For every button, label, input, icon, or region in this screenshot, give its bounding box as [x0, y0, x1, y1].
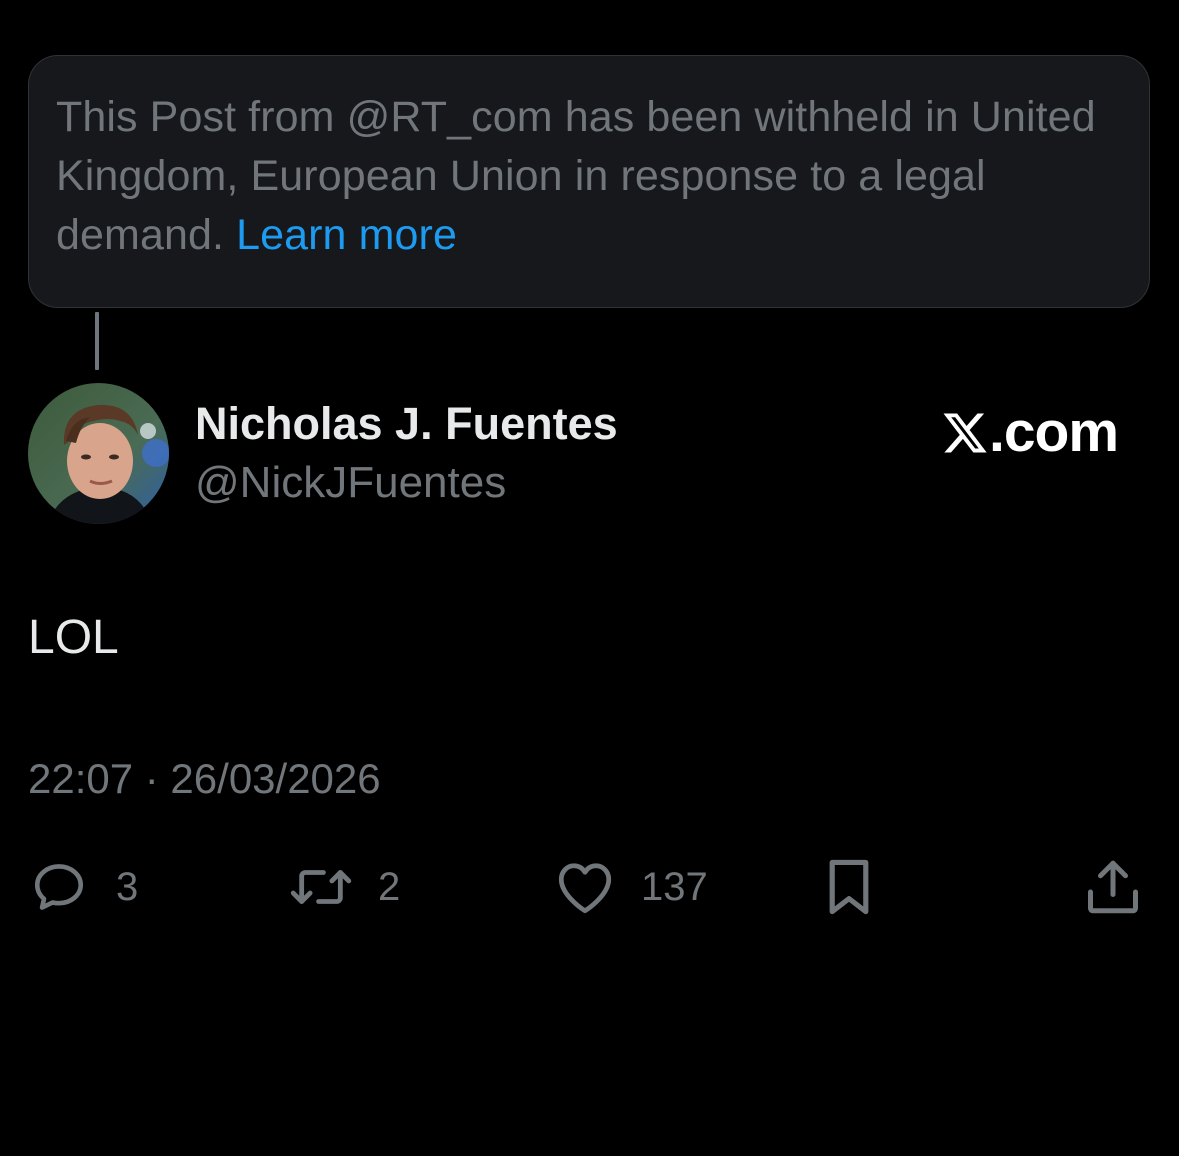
- author-handle[interactable]: @NickJFuentes: [195, 458, 506, 508]
- bookmark-icon: [829, 859, 869, 915]
- author-display-name[interactable]: Nicholas J. Fuentes: [195, 398, 618, 450]
- heart-icon: [558, 863, 612, 914]
- learn-more-link[interactable]: Learn more: [236, 211, 457, 259]
- withheld-notice-card: This Post from @RT_com has been withheld…: [28, 55, 1150, 308]
- x-logo-icon: [943, 413, 987, 453]
- like-count: 137: [641, 864, 708, 909]
- profile-photo-icon: [28, 383, 169, 524]
- brand-label: .com: [989, 400, 1119, 464]
- reply-count: 3: [116, 864, 139, 909]
- brand-logo: .com: [941, 400, 1119, 464]
- post-timestamp[interactable]: 22:07 · 26/03/2026: [28, 755, 381, 803]
- repost-count: 2: [378, 864, 401, 909]
- reply-icon: [34, 864, 84, 910]
- repost-icon: [290, 870, 352, 904]
- like-button[interactable]: 137: [555, 852, 708, 922]
- avatar[interactable]: [28, 383, 169, 524]
- withheld-notice-message: This Post from @RT_com has been withheld…: [56, 93, 1096, 259]
- thread-connector-line: [95, 312, 99, 370]
- action-bar: 3 2 137: [0, 852, 1179, 922]
- reply-button[interactable]: 3: [30, 852, 138, 922]
- post-text: LOL: [28, 611, 119, 664]
- bookmark-button[interactable]: [822, 852, 876, 922]
- repost-button[interactable]: 2: [288, 852, 400, 922]
- withheld-notice-text: This Post from @RT_com has been withheld…: [56, 88, 1123, 265]
- share-icon: [1088, 860, 1138, 914]
- share-button[interactable]: [1085, 852, 1141, 922]
